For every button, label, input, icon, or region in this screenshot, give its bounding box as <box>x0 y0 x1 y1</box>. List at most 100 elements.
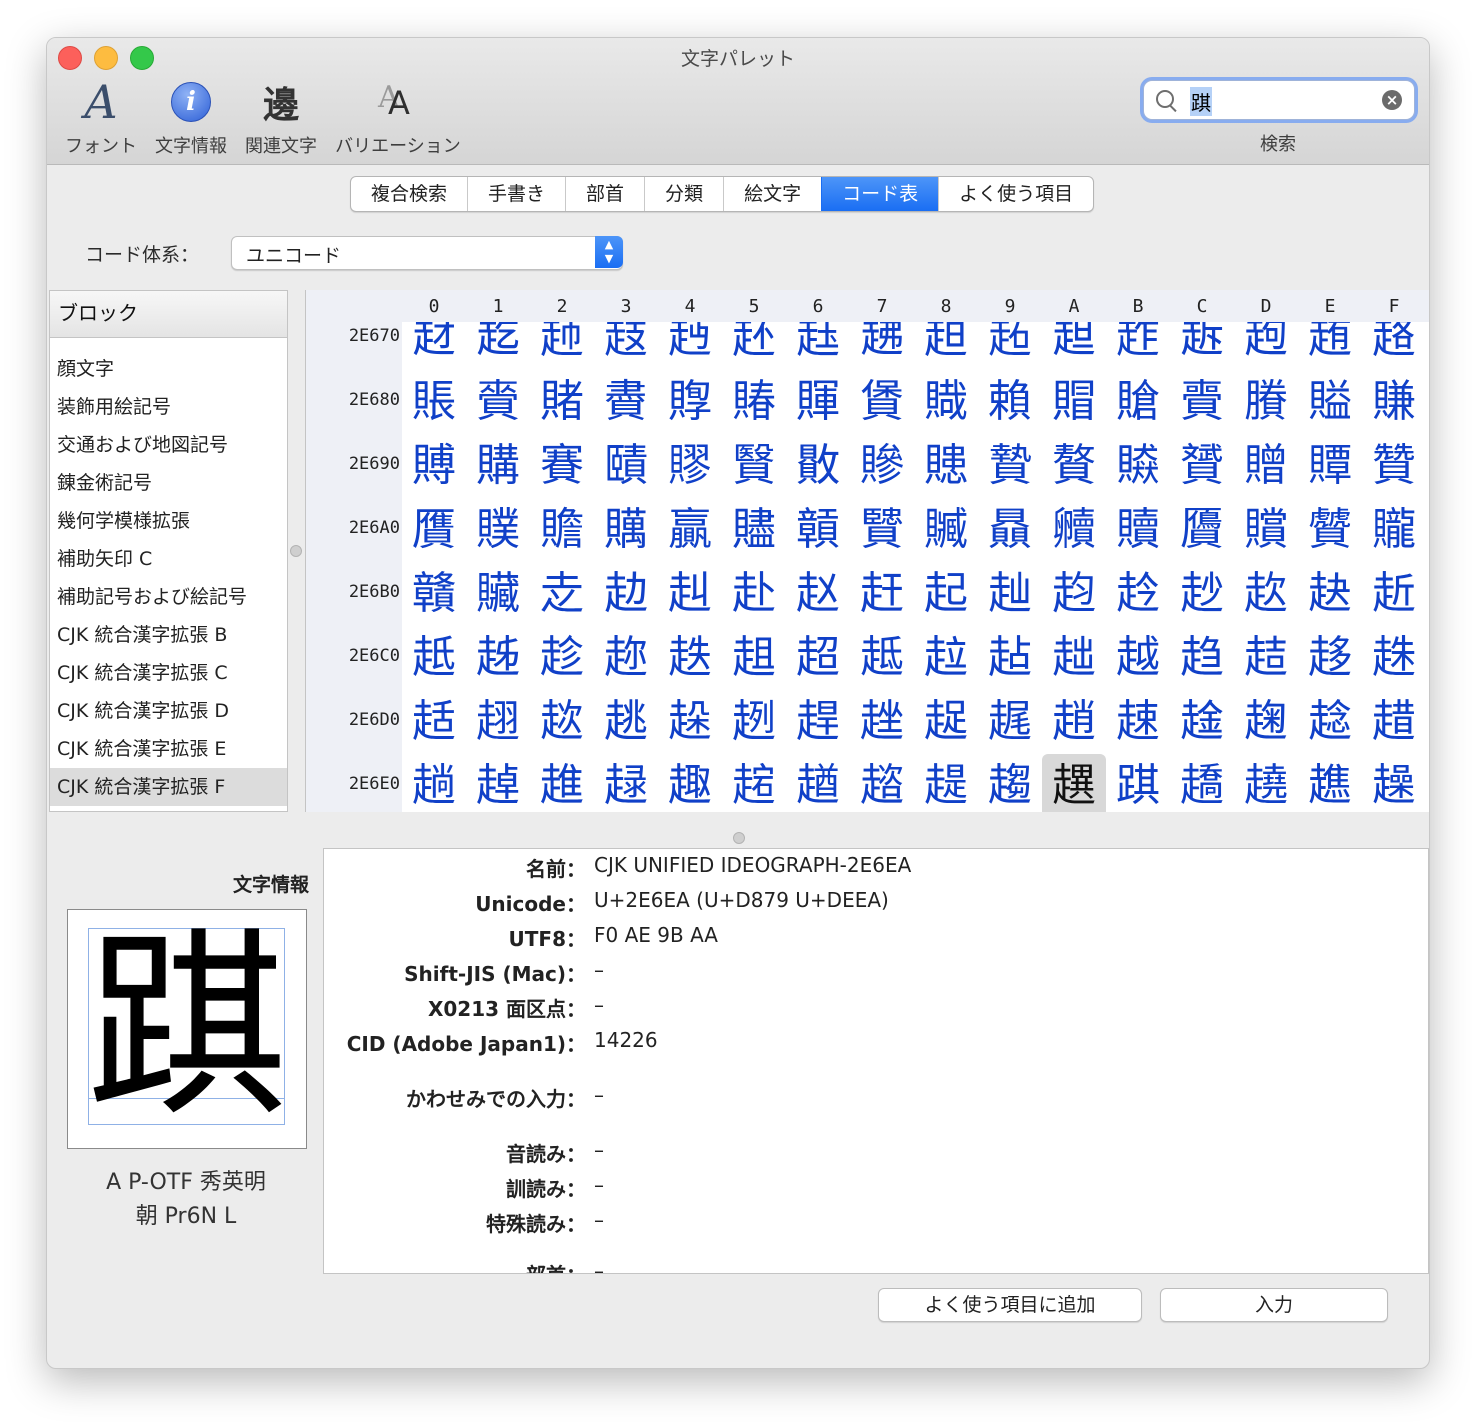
char-cell[interactable]: 贕 <box>1042 498 1106 562</box>
char-cell[interactable]: 趦 <box>850 754 914 812</box>
char-cell[interactable]: 赻 <box>1170 562 1234 626</box>
char-cell[interactable]: 賲 <box>850 370 914 434</box>
char-cell[interactable]: 䞗 <box>402 322 466 370</box>
char-cell[interactable]: 趏 <box>402 690 466 754</box>
char-cell[interactable]: 趎 <box>1362 626 1426 690</box>
search-field[interactable]: 踑 × <box>1143 80 1415 120</box>
char-cell[interactable]: 趙 <box>1042 690 1106 754</box>
block-item[interactable]: 交通および地図記号 <box>50 426 287 464</box>
char-cell[interactable]: 賹 <box>1298 370 1362 434</box>
char-cell[interactable]: 赺 <box>1106 562 1170 626</box>
char-cell[interactable]: 趇 <box>914 626 978 690</box>
char-cell[interactable]: 赿 <box>402 626 466 690</box>
char-cell[interactable]: 趌 <box>1234 626 1298 690</box>
char-cell[interactable]: 贌 <box>466 498 530 562</box>
char-cell[interactable]: 起 <box>914 562 978 626</box>
char-cell[interactable]: 趐 <box>466 690 530 754</box>
block-item[interactable]: CJK 統合漢字拡張 E <box>50 730 287 768</box>
char-cell[interactable]: 趈 <box>978 626 1042 690</box>
tab-favorites[interactable]: よく使う項目 <box>938 177 1093 211</box>
char-cell[interactable]: 賶 <box>1106 370 1170 434</box>
char-cell[interactable]: 賵 <box>1042 370 1106 434</box>
char-cell[interactable]: 䞘 <box>466 322 530 370</box>
char-cell[interactable]: 贒 <box>850 498 914 562</box>
block-item[interactable]: 補助矢印 C <box>50 540 287 578</box>
char-cell[interactable]: 赴 <box>722 562 786 626</box>
char-cell[interactable]: 趭 <box>1298 754 1362 812</box>
block-item[interactable]: CJK 統合漢字拡張 D <box>50 692 287 730</box>
char-cell[interactable]: 賾 <box>594 434 658 498</box>
char-cell[interactable]: 䞠 <box>978 322 1042 370</box>
char-cell[interactable]: 贍 <box>530 498 594 562</box>
block-item[interactable]: 補助記号および絵記号 <box>50 578 287 616</box>
char-cell[interactable]: 贔 <box>978 498 1042 562</box>
tab-handwriting[interactable]: 手書き <box>467 177 565 211</box>
char-cell[interactable]: 贂 <box>850 434 914 498</box>
horizontal-splitter-handle[interactable] <box>733 832 745 844</box>
vertical-splitter-handle[interactable] <box>290 545 302 557</box>
char-cell[interactable]: 贅 <box>1042 434 1106 498</box>
char-cell[interactable]: 趁 <box>530 626 594 690</box>
char-cell[interactable]: 䞢 <box>1106 322 1170 370</box>
char-cell[interactable]: 趧 <box>914 754 978 812</box>
code-system-popup[interactable]: ユニコード ▲ ▼ <box>231 236 623 270</box>
char-cell[interactable]: 赹 <box>1042 562 1106 626</box>
char-cell[interactable]: 贉 <box>1298 434 1362 498</box>
char-cell[interactable]: 䞞 <box>850 322 914 370</box>
char-cell[interactable]: 贗 <box>1170 498 1234 562</box>
char-cell[interactable]: 趉 <box>1042 626 1106 690</box>
char-cell[interactable]: 䞥 <box>1298 322 1362 370</box>
char-cell[interactable]: 贚 <box>1362 498 1426 562</box>
char-cell[interactable]: 贄 <box>978 434 1042 498</box>
char-cell[interactable]: 賱 <box>786 370 850 434</box>
char-cell[interactable]: 趄 <box>722 626 786 690</box>
char-cell[interactable]: 賸 <box>1234 370 1298 434</box>
char-cell[interactable]: 趗 <box>914 690 978 754</box>
char-cell[interactable]: 贋 <box>402 498 466 562</box>
char-cell[interactable]: 贐 <box>722 498 786 562</box>
char-cell[interactable]: 趫 <box>1170 754 1234 812</box>
char-cell[interactable]: 趡 <box>530 754 594 812</box>
char-cell[interactable]: 賿 <box>658 434 722 498</box>
char-cell[interactable]: 䞚 <box>594 322 658 370</box>
char-cell[interactable]: 贀 <box>722 434 786 498</box>
char-cell[interactable]: 趋 <box>1170 626 1234 690</box>
clear-search-icon[interactable]: × <box>1382 90 1402 110</box>
char-cell[interactable]: 趔 <box>722 690 786 754</box>
char-cell[interactable]: 趬 <box>1234 754 1298 812</box>
char-cell[interactable]: 赽 <box>1298 562 1362 626</box>
char-cell[interactable]: 賷 <box>1170 370 1234 434</box>
char-cell[interactable]: 趢 <box>594 754 658 812</box>
block-item[interactable]: 錬金術記号 <box>50 464 287 502</box>
char-cell[interactable]: 趀 <box>466 626 530 690</box>
char-cell[interactable]: 超 <box>786 626 850 690</box>
toolbar-variation-button[interactable]: A A バリエーション <box>331 76 465 158</box>
char-cell-selected[interactable]: 趩 <box>1042 754 1106 812</box>
char-cell[interactable]: 趕 <box>786 690 850 754</box>
char-cell[interactable]: 贈 <box>1234 434 1298 498</box>
char-cell[interactable]: 贜 <box>466 562 530 626</box>
char-cell[interactable]: 䞦 <box>1362 322 1426 370</box>
block-item-selected[interactable]: CJK 統合漢字拡張 F <box>50 768 287 806</box>
char-cell[interactable]: 贏 <box>658 498 722 562</box>
char-cell[interactable]: 贙 <box>1298 498 1362 562</box>
char-cell[interactable]: 赸 <box>978 562 1042 626</box>
char-cell[interactable]: 贖 <box>1106 498 1170 562</box>
char-cell[interactable]: 贆 <box>1106 434 1170 498</box>
char-cell[interactable]: 賺 <box>1362 370 1426 434</box>
char-cell[interactable]: 趚 <box>1106 690 1170 754</box>
char-cell[interactable]: 趟 <box>402 754 466 812</box>
tab-radical[interactable]: 部首 <box>565 177 644 211</box>
char-cell[interactable]: 䞡 <box>1042 322 1106 370</box>
char-cell[interactable]: 贃 <box>914 434 978 498</box>
char-cell[interactable]: 趨 <box>978 754 1042 812</box>
char-cell[interactable]: 赾 <box>1362 562 1426 626</box>
char-cell[interactable]: 贊 <box>1362 434 1426 498</box>
block-item[interactable]: CJK 統合漢字拡張 C <box>50 654 287 692</box>
char-cell[interactable]: 賰 <box>722 370 786 434</box>
char-cell[interactable]: 贎 <box>594 498 658 562</box>
char-cell[interactable]: 䞣 <box>1170 322 1234 370</box>
char-cell[interactable]: 越 <box>1106 626 1170 690</box>
toolbar-font-button[interactable]: A フォント <box>61 75 141 158</box>
char-cell[interactable]: 贘 <box>1234 498 1298 562</box>
